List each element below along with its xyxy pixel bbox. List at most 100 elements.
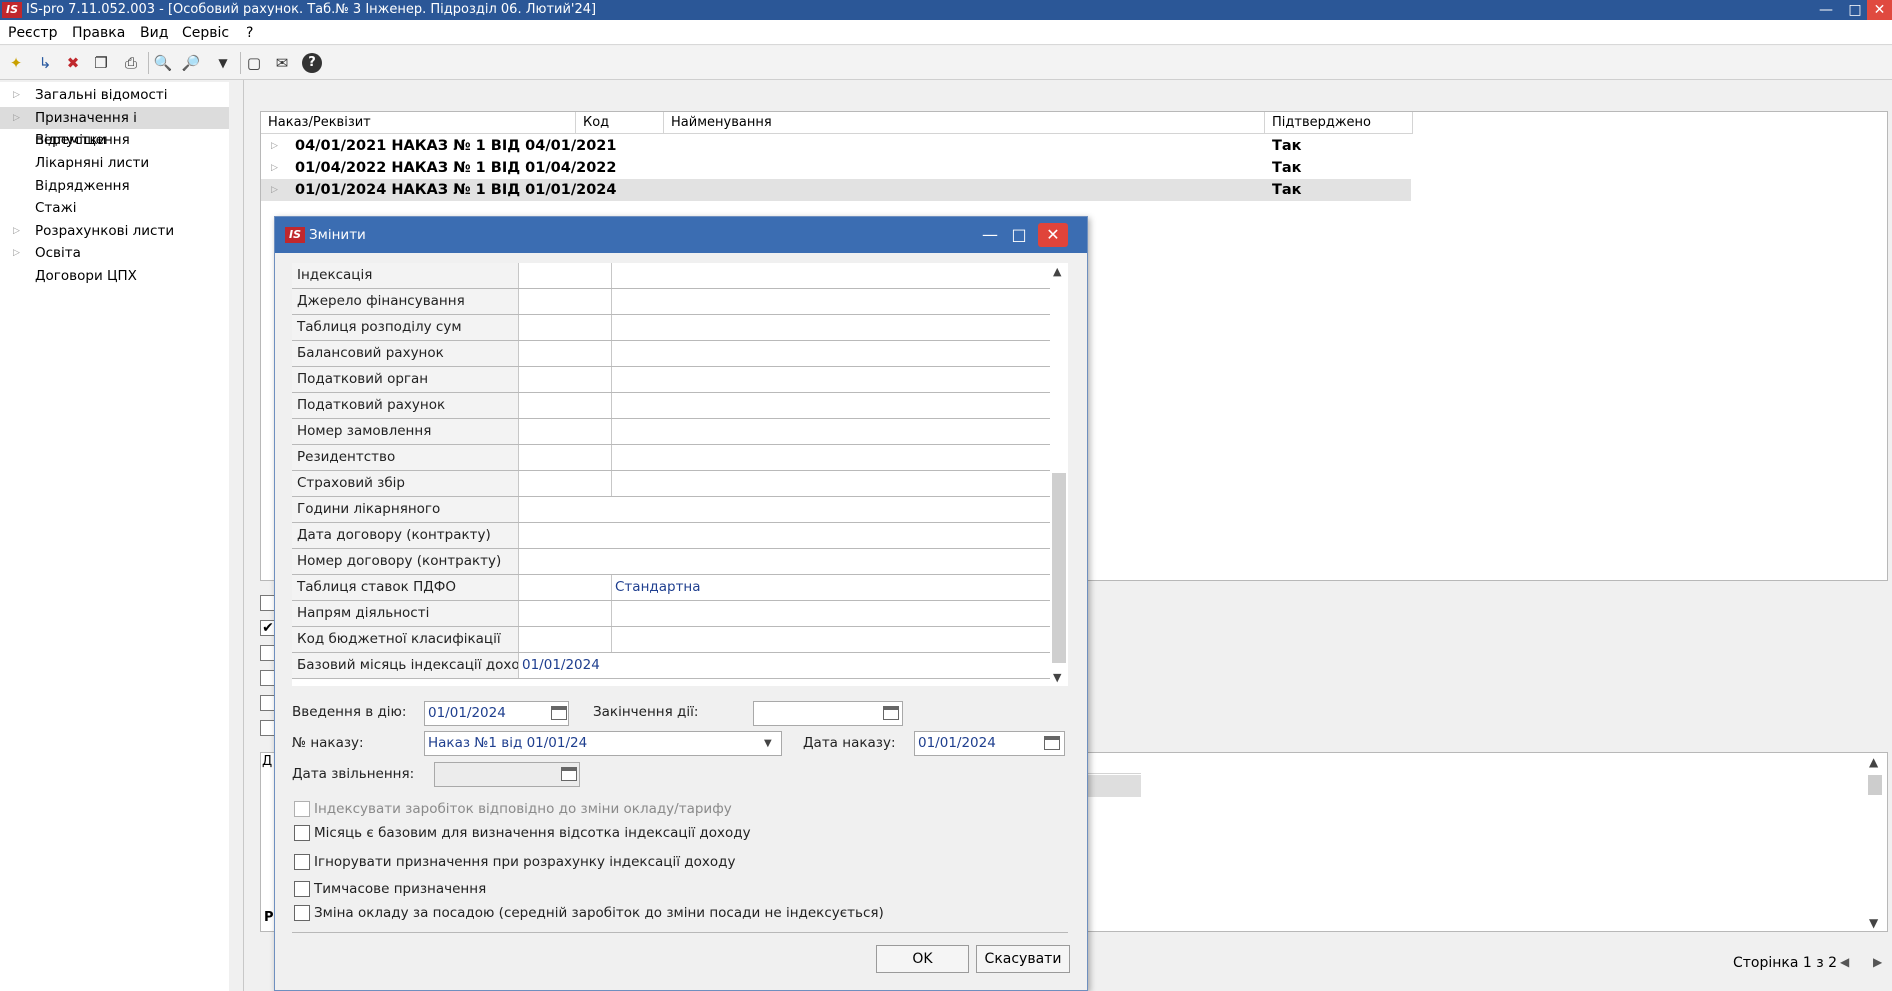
column-header-confirmed[interactable]: Підтверджено [1265,112,1413,134]
next-page-icon[interactable]: ▶ [1873,955,1882,969]
property-code-cell[interactable] [520,575,612,600]
property-code-cell[interactable] [520,289,612,314]
menu-item-service[interactable]: Сервіс [182,25,229,41]
calendar-icon[interactable] [551,706,567,720]
property-row[interactable]: Страховий збір [292,471,1050,497]
property-row[interactable]: Базовий місяць індексації доходу 01/01/20… [292,653,1050,679]
scroll-thumb[interactable] [1868,775,1882,795]
details-grid-selected-row[interactable] [1085,775,1141,797]
expand-icon[interactable]: ▷ [13,220,20,242]
ignore-assignment-label[interactable]: Ігнорувати призначення при розрахунку ін… [314,854,735,870]
property-value[interactable]: 01/01/2024 [522,653,600,678]
print-icon[interactable]: ⎙ [120,52,142,74]
order-number-select[interactable]: Наказ №1 від 01/01/24 [424,731,782,756]
property-row[interactable]: Джерело фінансування [292,289,1050,315]
property-value[interactable]: Стандартна [615,575,701,600]
property-code-cell[interactable] [520,367,612,392]
close-icon[interactable]: ✕ [1038,223,1068,247]
expand-icon[interactable]: ▷ [13,242,20,264]
tree-item-assignments[interactable]: ▷ Призначення і переміщення [0,107,229,148]
base-month-label[interactable]: Місяць є базовим для визначення відсотка… [314,825,751,841]
column-header-code[interactable]: Код [576,112,664,134]
scroll-down-icon[interactable]: ▼ [1053,671,1061,684]
maximize-icon[interactable]: □ [1840,0,1870,20]
property-code-cell[interactable] [520,471,612,496]
expand-icon[interactable]: ▷ [271,135,278,157]
temporary-assignment-checkbox[interactable] [294,881,310,897]
menu-item-view[interactable]: Вид [140,25,168,41]
property-row[interactable]: Номер договору (контракту) [292,549,1050,575]
property-code-cell[interactable] [520,393,612,418]
property-code-cell[interactable] [520,263,612,288]
tree-item-vacations[interactable]: Відпустки [0,129,229,151]
table-row[interactable]: ▷ 01/04/2022 НАКАЗ № 1 ВІД 01/04/2022 Та… [261,157,1411,179]
property-row[interactable]: Таблиця ставок ПДФО Стандартна [292,575,1050,601]
expand-icon[interactable]: ▷ [13,84,20,106]
column-header-order[interactable]: Наказ/Реквізит [261,112,576,134]
copy-icon[interactable]: ❐ [90,52,112,74]
property-row[interactable]: Податковий рахунок [292,393,1050,419]
calendar-icon[interactable] [1044,736,1060,750]
filter-icon[interactable]: ▼ [212,52,234,74]
property-row[interactable]: Номер замовлення [292,419,1050,445]
property-code-cell[interactable] [520,315,612,340]
property-row[interactable]: Напрям діяльності [292,601,1050,627]
tree-item-education[interactable]: ▷ Освіта [0,242,229,264]
tree-item-civil-contracts[interactable]: Договори ЦПХ [0,265,229,287]
previous-page-icon[interactable]: ◀ [1840,955,1849,969]
scroll-up-icon[interactable]: ▲ [1869,755,1878,769]
property-code-cell[interactable] [520,341,612,366]
ok-button[interactable]: OK [876,945,969,973]
tree-item-payslips[interactable]: ▷ Розрахункові листи [0,220,229,242]
mail-icon[interactable]: ✉ [271,52,293,74]
tree-item-general-info[interactable]: ▷ Загальні відомості [0,84,229,106]
calendar-icon[interactable] [883,706,899,720]
expand-icon[interactable]: ▷ [271,179,278,201]
minimize-icon[interactable]: — [975,223,1005,247]
menu-item-help[interactable]: ? [246,25,253,41]
details-scrollbar[interactable]: ▲ ▼ [1865,755,1885,930]
expand-icon[interactable]: ▷ [271,157,278,179]
menu-item-registry[interactable]: Реєстр [8,25,57,41]
table-row[interactable]: ▷ 04/01/2021 НАКАЗ № 1 ВІД 04/01/2021 Та… [261,135,1411,157]
property-code-cell[interactable] [520,627,612,652]
find-icon[interactable]: 🔍 [152,52,174,74]
tree-item-sick-leaves[interactable]: Лікарняні листи [0,152,229,174]
property-code-cell[interactable] [520,601,612,626]
property-code-cell[interactable] [520,419,612,444]
start-date-input[interactable]: 01/01/2024 [424,701,569,726]
property-row[interactable]: Дата договору (контракту) [292,523,1050,549]
find-next-icon[interactable]: 🔎 [180,52,202,74]
expand-icon[interactable]: ▷ [13,107,20,129]
ignore-assignment-checkbox[interactable] [294,854,310,870]
property-row[interactable]: Резидентство [292,445,1050,471]
maximize-icon[interactable]: □ [1004,223,1034,247]
column-header-name[interactable]: Найменування [664,112,1265,134]
create-copy-icon[interactable]: ↳ [34,52,56,74]
create-icon[interactable]: ✦ [5,52,27,74]
scroll-down-icon[interactable]: ▼ [1869,916,1878,930]
tree-item-experience[interactable]: Стажі [0,197,229,219]
property-code-cell[interactable] [520,445,612,470]
property-row[interactable]: Балансовий рахунок [292,341,1050,367]
tree-item-business-trips[interactable]: Відрядження [0,175,229,197]
scroll-up-icon[interactable]: ▲ [1053,265,1061,278]
table-row-selected[interactable]: ▷ 01/01/2024 НАКАЗ № 1 ВІД 01/01/2024 Та… [261,179,1411,201]
order-date-input[interactable]: 01/01/2024 [914,731,1065,756]
end-date-input[interactable] [753,701,903,726]
temporary-assignment-label[interactable]: Тимчасове призначення [314,881,486,897]
base-month-checkbox[interactable] [294,825,310,841]
menu-item-edit[interactable]: Правка [72,25,125,41]
document-icon[interactable]: ▢ [243,52,265,74]
property-row[interactable]: Години лікарняного [292,497,1050,523]
property-row[interactable]: Код бюджетної класифікації [292,627,1050,653]
dialog-title-bar[interactable]: IS Змінити — □ ✕ [275,217,1087,253]
property-row[interactable]: Індексація [292,263,1050,289]
chevron-down-icon[interactable]: ▼ [764,738,772,749]
property-row[interactable]: Таблиця розподілу сум [292,315,1050,341]
scroll-thumb[interactable] [1052,473,1066,663]
salary-change-label[interactable]: Зміна окладу за посадою (середній заробі… [314,905,884,921]
property-row[interactable]: Податковий орган [292,367,1050,393]
help-icon[interactable]: ? [302,53,322,73]
salary-change-checkbox[interactable] [294,905,310,921]
